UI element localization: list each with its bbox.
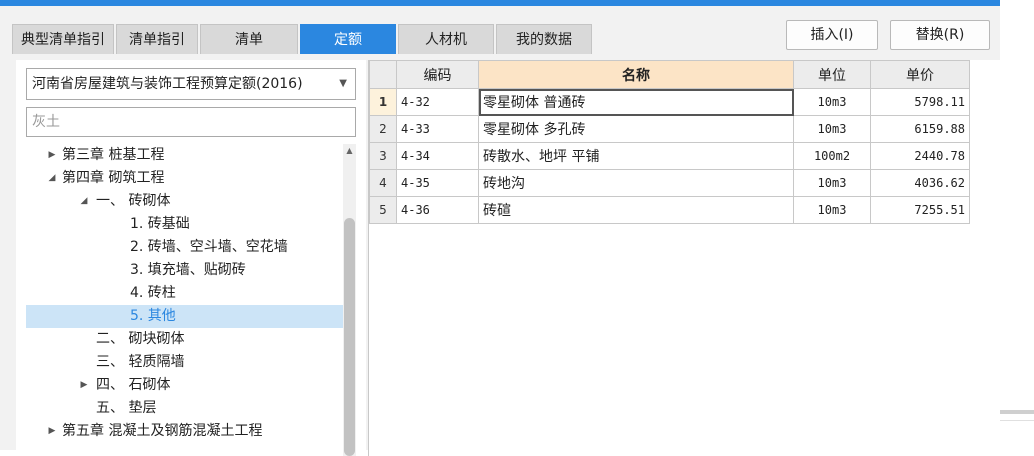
tree-item[interactable]: ▶ 第五章 混凝土及钢筋混凝土工程 (26, 420, 343, 443)
table-row[interactable]: 1 4-32 零星砌体 普通砖 10m3 5798.11 (369, 88, 970, 116)
cell-price[interactable]: 4036.62 (870, 169, 970, 197)
insert-button[interactable]: 插入(I) (786, 20, 878, 50)
tree-item[interactable]: ▶ 四、 石砌体 (26, 374, 343, 397)
tab-labor-material-machine[interactable]: 人材机 (398, 24, 494, 54)
tree-item[interactable]: 3. 填充墙、贴砌砖 (26, 259, 343, 282)
tab-bar: 典型清单指引 清单指引 清单 定额 人材机 我的数据 (12, 24, 594, 54)
collapse-arrow-icon[interactable]: ◢ (46, 167, 58, 190)
tree-item-label: 1. 砖基础 (130, 216, 190, 232)
tree-item[interactable]: ▶ 第三章 桩基工程 (26, 144, 343, 167)
collapse-arrow-icon[interactable]: ◢ (78, 190, 90, 213)
tree-item[interactable]: 二、 砌块砌体 (26, 328, 343, 351)
scroll-up-icon[interactable]: ▲ (343, 144, 356, 158)
cell-unit[interactable]: 100m2 (793, 142, 871, 170)
tree-item[interactable]: 5. 其他 (26, 305, 343, 328)
tree-item[interactable]: 1. 砖基础 (26, 213, 343, 236)
library-tree-pane: 河南省房屋建筑与装饰工程预算定额(2016) ▼ 灰土 ▶ 第三章 桩基工程 ◢ 第四… (16, 60, 366, 456)
tree-item[interactable]: ◢ 一、 砖砌体 (26, 190, 343, 213)
cell-unit[interactable]: 10m3 (793, 88, 871, 116)
expand-arrow-icon[interactable]: ▶ (78, 374, 90, 397)
expand-arrow-icon[interactable]: ▶ (46, 420, 58, 443)
column-header-price[interactable]: 单价 (870, 60, 970, 89)
tree-item-label: 3. 填充墙、贴砌砖 (130, 262, 246, 278)
table-row[interactable]: 3 4-34 砖散水、地坪 平铺 100m2 2440.78 (369, 142, 970, 170)
tree-item[interactable]: ◢ 第四章 砌筑工程 (26, 167, 343, 190)
table-row[interactable]: 2 4-33 零星砌体 多孔砖 10m3 6159.88 (369, 115, 970, 143)
tree-item-label: 第五章 混凝土及钢筋混凝土工程 (62, 423, 263, 439)
cell-price[interactable]: 5798.11 (870, 88, 970, 116)
tree-item-label: 三、 轻质隔墙 (96, 354, 185, 370)
background-divider (1000, 420, 1034, 421)
expand-arrow-icon[interactable]: ▶ (46, 144, 58, 167)
tree-item[interactable]: 4. 砖柱 (26, 282, 343, 305)
row-number[interactable]: 1 (369, 88, 397, 116)
tab-typical-bill-guide[interactable]: 典型清单指引 (12, 24, 114, 54)
row-number[interactable]: 4 (369, 169, 397, 197)
row-number[interactable]: 5 (369, 196, 397, 224)
cell-unit[interactable]: 10m3 (793, 115, 871, 143)
tree-item-label: 二、 砌块砌体 (96, 331, 185, 347)
row-number[interactable]: 2 (369, 115, 397, 143)
tree-item[interactable]: 三、 轻质隔墙 (26, 351, 343, 374)
tree-item-label: 五、 垫层 (96, 400, 157, 416)
cell-name[interactable]: 砖碹 (478, 196, 794, 224)
tree-item[interactable]: 五、 垫层 (26, 397, 343, 420)
tab-bill[interactable]: 清单 (200, 24, 298, 54)
background-window-edge (1000, 0, 1034, 450)
quota-table: 编码 名称 单位 单价 1 4-32 零星砌体 普通砖 10m3 5798.11 2 4-3… (369, 60, 970, 224)
cell-name[interactable]: 砖散水、地坪 平铺 (478, 142, 794, 170)
cell-code[interactable]: 4-33 (396, 115, 479, 143)
chevron-down-icon[interactable]: ▼ (339, 69, 347, 99)
chapter-tree: ▶ 第三章 桩基工程 ◢ 第四章 砌筑工程 ◢ 一、 砖砌体 1. 砖基础 2. 砖墙、空斗墙… (26, 144, 343, 456)
cell-unit[interactable]: 10m3 (793, 169, 871, 197)
column-header-code[interactable]: 编码 (396, 60, 479, 89)
cell-name[interactable]: 零星砌体 多孔砖 (478, 115, 794, 143)
tree-item[interactable]: 2. 砖墙、空斗墙、空花墙 (26, 236, 343, 259)
table-row[interactable]: 4 4-35 砖地沟 10m3 4036.62 (369, 169, 970, 197)
cell-code[interactable]: 4-36 (396, 196, 479, 224)
cell-name[interactable]: 砖地沟 (478, 169, 794, 197)
tree-item-label: 第三章 桩基工程 (62, 147, 165, 163)
quota-grid: 编码 名称 单位 单价 1 4-32 零星砌体 普通砖 10m3 5798.11 2 4-3… (368, 60, 1001, 456)
quota-panel: 典型清单指引 清单指引 清单 定额 人材机 我的数据 插入(I) 替换(R) 河… (0, 6, 1001, 456)
library-select-value: 河南省房屋建筑与装饰工程预算定额(2016) (32, 76, 303, 92)
search-input[interactable]: 灰土 (26, 107, 356, 137)
cell-code[interactable]: 4-32 (396, 88, 479, 116)
tree-item-label: 4. 砖柱 (130, 285, 176, 301)
tree-item-label: 2. 砖墙、空斗墙、空花墙 (130, 239, 288, 255)
tab-bill-guide[interactable]: 清单指引 (116, 24, 198, 54)
column-header-unit[interactable]: 单位 (793, 60, 871, 89)
library-select[interactable]: 河南省房屋建筑与装饰工程预算定额(2016) ▼ (26, 68, 356, 100)
tree-item-label: 四、 石砌体 (96, 377, 171, 393)
cell-price[interactable]: 7255.51 (870, 196, 970, 224)
tree-scrollbar[interactable]: ▲ (343, 144, 356, 456)
table-row[interactable]: 5 4-36 砖碹 10m3 7255.51 (369, 196, 970, 224)
replace-button[interactable]: 替换(R) (890, 20, 990, 50)
cell-name[interactable]: 零星砌体 普通砖 (478, 88, 794, 116)
table-header-row: 编码 名称 单位 单价 (369, 60, 970, 89)
column-header-name[interactable]: 名称 (478, 60, 794, 89)
cell-price[interactable]: 2440.78 (870, 142, 970, 170)
tab-quota[interactable]: 定额 (300, 24, 396, 54)
cell-price[interactable]: 6159.88 (870, 115, 970, 143)
tab-my-data[interactable]: 我的数据 (496, 24, 592, 54)
scrollbar-thumb[interactable] (344, 218, 355, 456)
row-number[interactable]: 3 (369, 142, 397, 170)
cell-code[interactable]: 4-35 (396, 169, 479, 197)
tree-item-label: 第四章 砌筑工程 (62, 170, 165, 186)
row-number-header (369, 60, 397, 89)
tree-item-label: 5. 其他 (130, 308, 176, 324)
tree-item-label: 一、 砖砌体 (96, 193, 171, 209)
cell-unit[interactable]: 10m3 (793, 196, 871, 224)
cell-code[interactable]: 4-34 (396, 142, 479, 170)
background-divider (1000, 410, 1034, 414)
